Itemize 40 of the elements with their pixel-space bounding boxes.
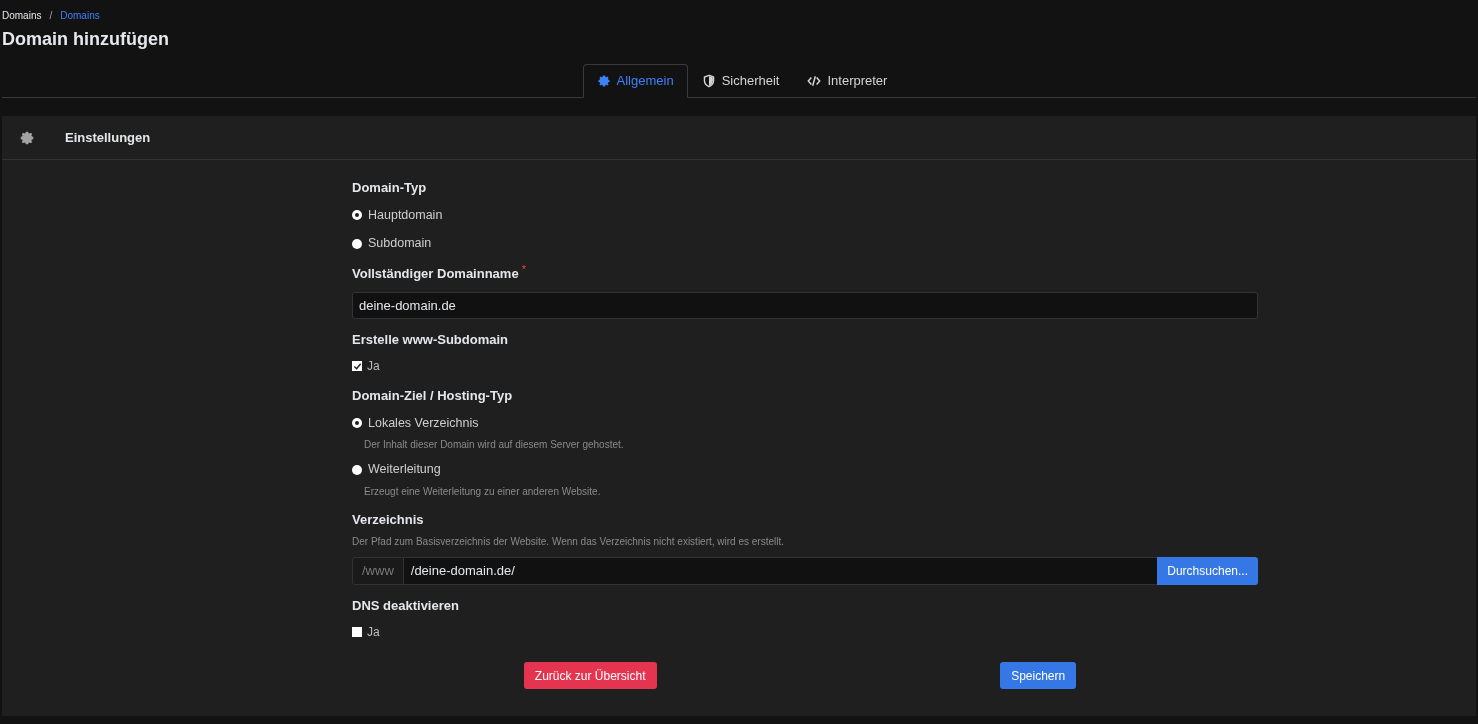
radio-button[interactable] (352, 464, 362, 475)
option-hint: Erzeugt eine Weiterleitung zu einer anderen Website. (364, 485, 602, 499)
checkbox[interactable] (352, 627, 362, 637)
field-label: Domain-Typ (352, 179, 427, 197)
field-hint: Der Pfad zum Basisverzeichnis der Website. Wenn das Verzeichnis nicht existiert, wird es erstellt. (352, 534, 786, 549)
radio-label: Lokales Verzeichnis (368, 414, 479, 432)
gear-icon (19, 129, 35, 146)
radio-label: Weiterleitung (368, 461, 441, 479)
page-title: Domain hinzufügen (2, 28, 170, 51)
domain-name-field[interactable]: deine-domain.de (352, 291, 1258, 319)
gear-icon (596, 74, 611, 88)
browse-button[interactable]: Durchsuchen... (1157, 556, 1258, 585)
tab[interactable]: Allgemein (582, 64, 688, 98)
checkbox-label: Ja (367, 624, 380, 641)
field-label: DNS deaktivieren (352, 596, 459, 615)
panel-title: Einstellungen (65, 128, 151, 147)
checkbox[interactable] (352, 361, 362, 371)
save-button[interactable]: Speichern (1000, 662, 1077, 689)
tab[interactable]: Interpreter (793, 64, 902, 98)
breadcrumb-separator: / (48, 9, 54, 23)
shield-icon (701, 74, 716, 88)
breadcrumb-link[interactable]: Domains (60, 8, 100, 23)
field-label: Erstelle www-Subdomain (352, 330, 509, 349)
radio-button[interactable] (352, 417, 362, 428)
required-mark: * (521, 264, 526, 274)
path-prefix: /www (352, 556, 404, 585)
back-button[interactable]: Zurück zur Übersicht (523, 662, 657, 689)
field-label: Domain-Ziel / Hosting-Typ (352, 387, 513, 405)
radio-label: Hauptdomain (368, 206, 443, 224)
radio-button[interactable] (352, 209, 362, 220)
checkbox-label: Ja (367, 358, 380, 375)
field-label: Verzeichnis (352, 511, 424, 529)
directory-field[interactable]: /deine-domain.de/ (403, 556, 1158, 585)
breadcrumb-item: Domains (2, 9, 42, 23)
field-label: Vollständiger Domainname (352, 265, 519, 283)
option-hint: Der Inhalt dieser Domain wird auf diesem Server gehostet. (364, 438, 625, 453)
radio-label: Subdomain (368, 235, 432, 253)
radio-button[interactable] (352, 238, 362, 249)
code-icon (807, 74, 822, 88)
tab[interactable]: Sicherheit (687, 64, 794, 98)
